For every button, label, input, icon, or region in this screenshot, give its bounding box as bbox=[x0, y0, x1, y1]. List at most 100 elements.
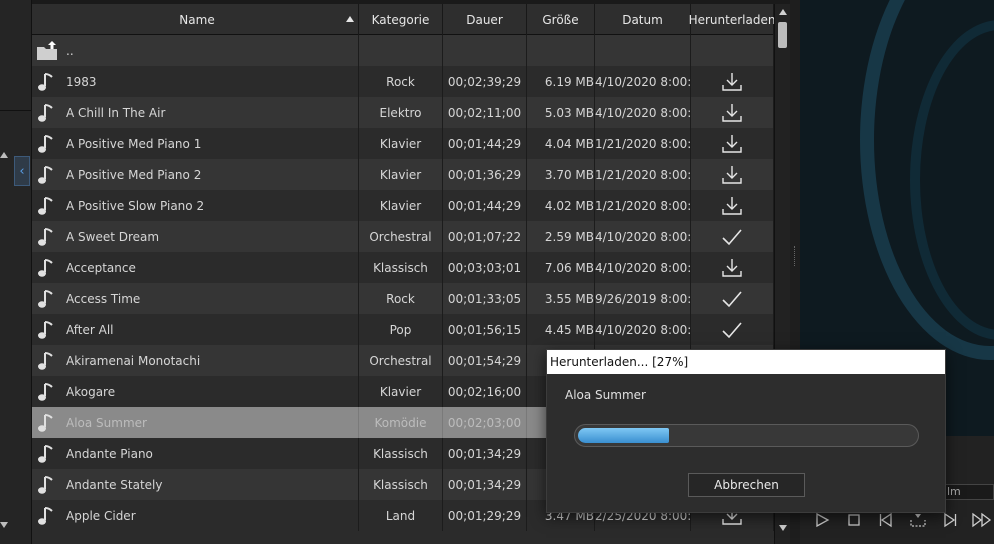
category-cell: Klassisch bbox=[359, 469, 443, 500]
stop-icon bbox=[848, 514, 860, 526]
collapse-panel-button[interactable]: ‹ bbox=[14, 156, 30, 186]
column-header-size[interactable]: Größe bbox=[527, 4, 595, 35]
download-cell[interactable] bbox=[691, 66, 774, 97]
size-cell: 3.70 MB bbox=[527, 159, 595, 190]
track-name: A Positive Slow Piano 2 bbox=[66, 198, 205, 213]
size-cell: 7.06 MB bbox=[527, 252, 595, 283]
category-cell: Pop bbox=[359, 314, 443, 345]
previous-frame-button[interactable] bbox=[874, 510, 898, 530]
table-row[interactable]: After All Pop 00;01;56;15 4.45 MB 4/10/2020 … bbox=[32, 314, 774, 345]
name-cell: A Chill In The Air bbox=[32, 97, 359, 128]
track-name: Access Time bbox=[66, 291, 141, 306]
checkmark-icon bbox=[722, 228, 742, 245]
category-cell: Klassisch bbox=[359, 438, 443, 469]
duration-cell: 00;01;07;22 bbox=[443, 221, 527, 252]
category-cell: Orchestral bbox=[359, 221, 443, 252]
duration-cell: 00;01;34;29 bbox=[443, 469, 527, 500]
column-header-duration[interactable]: Dauer bbox=[443, 4, 527, 35]
table-row[interactable]: A Positive Med Piano 2 Klavier 00;01;36;29… bbox=[32, 159, 774, 190]
category-cell: Rock bbox=[359, 283, 443, 314]
step-back-icon bbox=[879, 512, 892, 528]
play-button[interactable] bbox=[810, 510, 834, 530]
playback-controls bbox=[810, 510, 994, 530]
download-cell bbox=[691, 35, 774, 66]
music-note-icon bbox=[38, 165, 53, 184]
duration-cell: 00;03;03;01 bbox=[443, 252, 527, 283]
scroll-up-arrow-icon[interactable] bbox=[779, 9, 787, 15]
category-cell: Klavier bbox=[359, 376, 443, 407]
duration-cell: 00;01;56;15 bbox=[443, 314, 527, 345]
category-cell: Klassisch bbox=[359, 252, 443, 283]
folder-up-icon bbox=[37, 40, 57, 60]
cancel-button[interactable]: Abbrechen bbox=[688, 473, 805, 497]
date-cell bbox=[595, 35, 691, 66]
download-cell[interactable] bbox=[691, 128, 774, 159]
panel-splitter-handle[interactable] bbox=[794, 246, 796, 266]
next-frame-button[interactable] bbox=[938, 510, 962, 530]
category-cell bbox=[359, 35, 443, 66]
size-cell: 4.02 MB bbox=[527, 190, 595, 221]
music-note-icon bbox=[38, 475, 53, 494]
download-icon bbox=[722, 258, 742, 277]
column-header-date[interactable]: Datum bbox=[595, 4, 691, 35]
table-row[interactable]: 1983 Rock 00;02;39;29 6.19 MB 4/10/2020 8:00… bbox=[32, 66, 774, 97]
category-cell: Land bbox=[359, 500, 443, 531]
table-row[interactable]: A Chill In The Air Elektro 00;02;11;00 5.03… bbox=[32, 97, 774, 128]
column-header-category[interactable]: Kategorie bbox=[359, 4, 443, 35]
category-cell: Klavier bbox=[359, 159, 443, 190]
track-name: A Chill In The Air bbox=[66, 105, 166, 120]
download-cell bbox=[691, 221, 774, 252]
category-cell: Orchestral bbox=[359, 345, 443, 376]
music-note-icon bbox=[38, 320, 53, 339]
duration-cell: 00;01;33;05 bbox=[443, 283, 527, 314]
name-cell: Aloa Summer bbox=[32, 407, 359, 438]
table-row[interactable]: Acceptance Klassisch 00;03;03;01 7.06 MB 4/1… bbox=[32, 252, 774, 283]
name-cell: 1983 bbox=[32, 66, 359, 97]
music-note-icon bbox=[38, 72, 53, 91]
track-name: Aloa Summer bbox=[66, 415, 147, 430]
mark-button[interactable] bbox=[906, 510, 930, 530]
download-icon bbox=[722, 165, 742, 184]
checkmark-icon bbox=[722, 290, 742, 307]
download-icon bbox=[722, 134, 742, 153]
parent-folder-row[interactable]: .. bbox=[32, 35, 774, 66]
name-cell: .. bbox=[32, 35, 359, 66]
track-name: Akiramenai Monotachi bbox=[66, 353, 201, 368]
column-header-name[interactable]: Name bbox=[32, 4, 359, 35]
player-field[interactable]: lm bbox=[944, 484, 994, 500]
category-cell: Klavier bbox=[359, 190, 443, 221]
column-header-label: Kategorie bbox=[371, 12, 430, 27]
track-name: A Positive Med Piano 1 bbox=[66, 136, 202, 151]
dialog-title: Herunterladen... [27%] bbox=[547, 350, 945, 374]
scroll-down-arrow-icon[interactable] bbox=[0, 522, 8, 528]
name-cell: Andante Piano bbox=[32, 438, 359, 469]
download-cell[interactable] bbox=[691, 190, 774, 221]
download-icon bbox=[722, 103, 742, 122]
table-row[interactable]: Access Time Rock 00;01;33;05 3.55 MB 9/26/20… bbox=[32, 283, 774, 314]
name-cell: Andante Stately bbox=[32, 469, 359, 500]
duration-cell: 00;02;11;00 bbox=[443, 97, 527, 128]
stop-button[interactable] bbox=[842, 510, 866, 530]
panel-divider bbox=[0, 110, 32, 111]
sort-ascending-icon bbox=[346, 16, 354, 22]
download-cell[interactable] bbox=[691, 252, 774, 283]
date-cell: 1/21/2020 8:00:0... bbox=[595, 159, 691, 190]
download-cell[interactable] bbox=[691, 159, 774, 190]
checkmark-icon bbox=[722, 321, 742, 338]
column-header-label: Herunterladen bbox=[688, 12, 774, 27]
scroll-down-arrow-icon[interactable] bbox=[779, 525, 787, 531]
name-cell: A Sweet Dream bbox=[32, 221, 359, 252]
fast-forward-button[interactable] bbox=[970, 510, 994, 530]
table-row[interactable]: A Positive Slow Piano 2 Klavier 00;01;44;2… bbox=[32, 190, 774, 221]
name-cell: Acceptance bbox=[32, 252, 359, 283]
scroll-up-arrow-icon[interactable] bbox=[0, 152, 8, 158]
step-forward-icon bbox=[944, 512, 957, 528]
table-row[interactable]: A Positive Med Piano 1 Klavier 00;01;44;29… bbox=[32, 128, 774, 159]
column-header-download[interactable]: Herunterladen bbox=[688, 4, 774, 35]
scrollbar-thumb[interactable] bbox=[778, 22, 787, 48]
table-row[interactable]: A Sweet Dream Orchestral 00;01;07;22 2.59 M… bbox=[32, 221, 774, 252]
parent-folder-label: .. bbox=[66, 43, 74, 58]
download-cell[interactable] bbox=[691, 97, 774, 128]
track-name: Andante Stately bbox=[66, 477, 163, 492]
duration-cell bbox=[443, 35, 527, 66]
